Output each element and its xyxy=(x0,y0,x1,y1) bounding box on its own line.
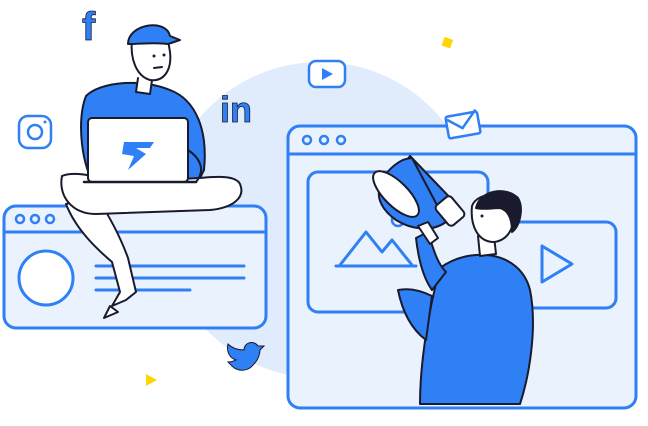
left-browser-window xyxy=(2,204,268,330)
marketing-illustration: f in xyxy=(0,0,648,426)
facebook-icon: f xyxy=(82,5,97,50)
svg-text:in: in xyxy=(220,89,252,130)
yellow-accent-square xyxy=(441,36,454,49)
illustration-canvas: f in xyxy=(2,5,638,410)
yellow-accent-triangle xyxy=(146,374,157,386)
youtube-icon xyxy=(307,59,347,89)
avatar-placeholder xyxy=(17,249,75,307)
instagram-icon xyxy=(17,114,53,150)
svg-text:f: f xyxy=(82,5,96,49)
mail-icon xyxy=(444,108,482,140)
linkedin-icon: in xyxy=(220,89,253,131)
